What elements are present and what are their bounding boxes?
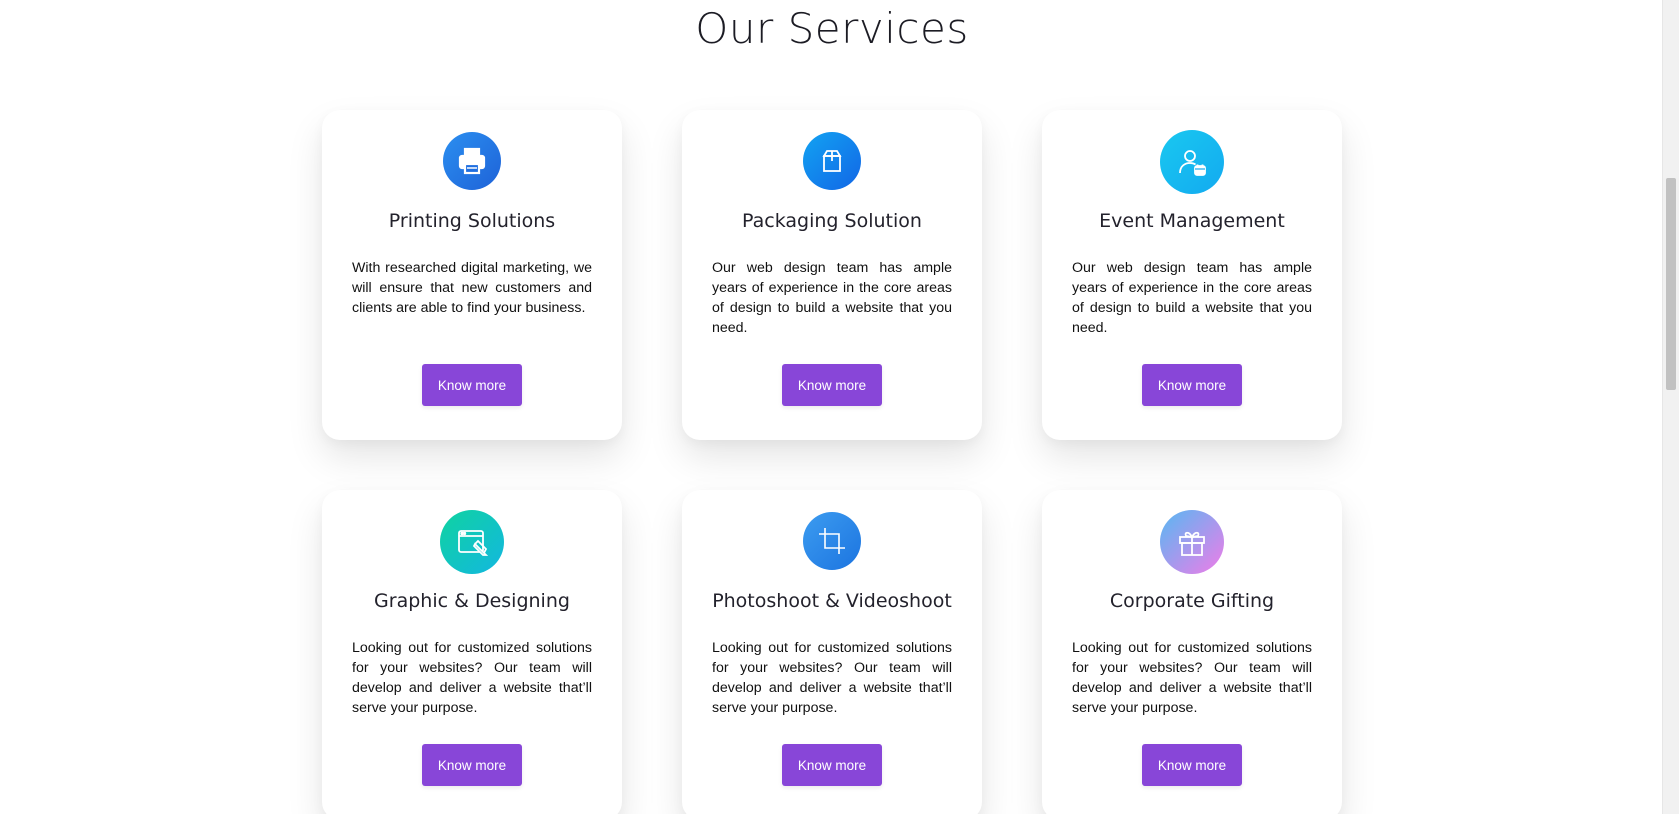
card-title: Printing Solutions	[388, 210, 556, 232]
service-card-event: Event Management Our web design team has…	[1042, 110, 1342, 440]
gift-icon	[1160, 510, 1224, 574]
browser-pen-icon	[440, 510, 504, 574]
scrollbar-thumb[interactable]	[1666, 178, 1676, 390]
card-description: With researched digital marketing, we wi…	[352, 260, 592, 316]
card-title: Event Management	[1099, 210, 1285, 232]
card-description: Looking out for customized solutions for…	[352, 640, 592, 716]
card-description: Looking out for customized solutions for…	[712, 640, 952, 716]
service-card-gifting: Corporate Gifting Looking out for custom…	[1042, 490, 1342, 814]
crop-icon	[803, 512, 861, 570]
card-title: Graphic & Designing	[374, 590, 570, 612]
service-card-printing: Printing Solutions With researched digit…	[322, 110, 622, 440]
know-more-button[interactable]: Know more	[422, 744, 522, 786]
know-more-button[interactable]: Know more	[1142, 744, 1242, 786]
service-card-photoshoot: Photoshoot & Videoshoot Looking out for …	[682, 490, 982, 814]
card-title: Corporate Gifting	[1109, 590, 1275, 612]
know-more-button[interactable]: Know more	[422, 364, 522, 406]
card-description: Looking out for customized solutions for…	[1072, 640, 1312, 716]
know-more-button[interactable]: Know more	[782, 364, 882, 406]
section-title: Our Services	[695, 4, 969, 53]
card-description: Our web design team has ample years of e…	[1072, 260, 1312, 336]
know-more-button[interactable]: Know more	[1142, 364, 1242, 406]
card-description: Our web design team has ample years of e…	[712, 260, 952, 336]
user-calendar-icon	[1160, 130, 1224, 194]
vertical-scrollbar[interactable]	[1662, 0, 1679, 814]
know-more-button[interactable]: Know more	[782, 744, 882, 786]
card-title: Packaging Solution	[742, 210, 922, 232]
service-card-graphic: Graphic & Designing Looking out for cust…	[322, 490, 622, 814]
service-card-packaging: Packaging Solution Our web design team h…	[682, 110, 982, 440]
printer-icon	[443, 132, 501, 190]
box-icon	[803, 132, 861, 190]
card-title: Photoshoot & Videoshoot	[712, 590, 952, 612]
services-page: Our Services Printing Solutions With res…	[0, 0, 1679, 814]
